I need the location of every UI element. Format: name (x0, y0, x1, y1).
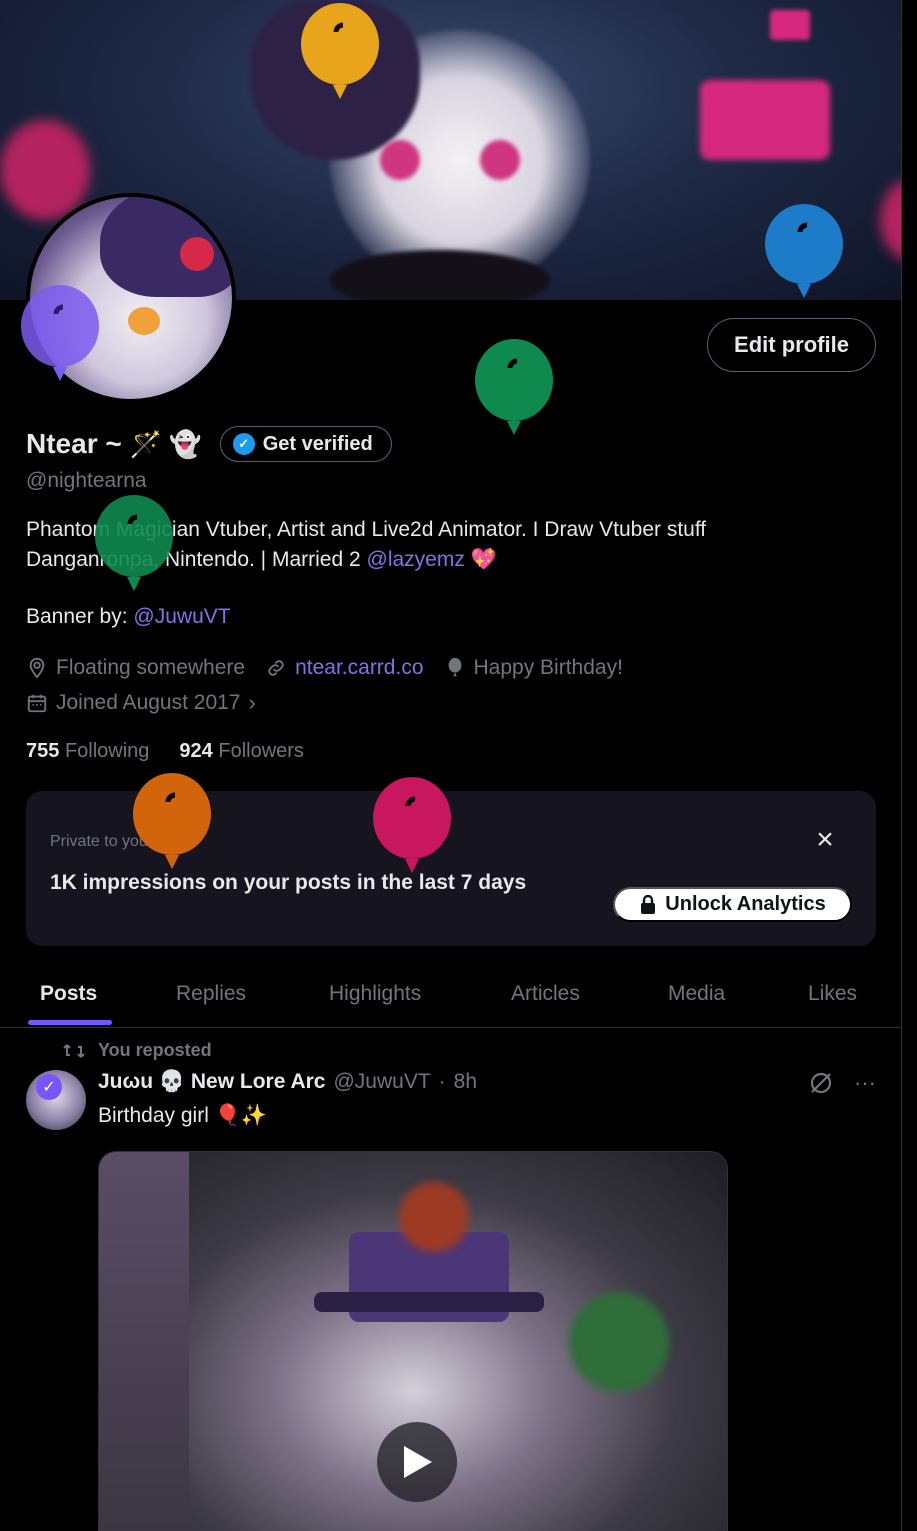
edit-profile-button[interactable]: Edit profile (707, 318, 876, 372)
joined-item[interactable]: Joined August 2017 › (26, 690, 256, 716)
profile-meta-row: Floating somewhere ntear.carrd.co Happy … (26, 656, 635, 680)
chevron-right-icon: › (248, 690, 256, 715)
location-text: Floating somewhere (56, 656, 246, 679)
calendar-icon (27, 694, 47, 713)
birthday-item: Happy Birthday! (444, 656, 623, 680)
heart-emoji: 💖 (470, 548, 497, 571)
following-link[interactable]: 755 Following (26, 740, 149, 763)
joined-row[interactable]: Joined August 2017 › (26, 690, 268, 716)
get-verified-label: Get verified (262, 432, 373, 455)
website-link[interactable]: ntear.carrd.co (295, 656, 423, 680)
profile-tabs: Posts Replies Highlights Articles Media … (0, 960, 901, 1028)
location-pin-icon (29, 657, 45, 679)
balloon-icon (21, 285, 99, 381)
joined-text: Joined August 2017 (56, 691, 241, 714)
mention-lazyemz[interactable]: @lazyemz (367, 548, 465, 571)
followers-count: 924 (179, 740, 213, 762)
profile-page: Edit profile Ntear ~ 🪄 👻 ✓ Get verified … (0, 0, 902, 1531)
post-video[interactable] (98, 1151, 728, 1531)
post-author-name[interactable]: Juωu 💀 New Lore Arc (98, 1070, 325, 1094)
repost-indicator: You reposted (62, 1040, 212, 1061)
post-time[interactable]: 8h (454, 1070, 477, 1094)
post-text: Birthday girl 🎈✨ (98, 1104, 268, 1127)
tab-articles[interactable]: Articles (511, 960, 580, 1028)
name-row: Ntear ~ 🪄 👻 ✓ Get verified (26, 426, 392, 462)
post-header: Juωu 💀 New Lore Arc @JuwuVT · 8h (98, 1070, 477, 1094)
balloon-icon (133, 773, 211, 869)
location-item: Floating somewhere (26, 656, 245, 680)
more-icon[interactable]: ··· (854, 1070, 876, 1096)
repost-icon (63, 1043, 85, 1058)
lock-icon (641, 894, 656, 914)
mention-juwuvt[interactable]: @JuwuVT (133, 605, 230, 628)
display-name: Ntear ~ (26, 428, 122, 459)
website-item[interactable]: ntear.carrd.co (265, 656, 424, 680)
following-count: 755 (26, 740, 60, 762)
verified-badge-icon: ✓ (232, 433, 255, 455)
balloon-icon (475, 339, 553, 435)
repost-label: You reposted (98, 1040, 212, 1060)
birthday-text: Happy Birthday! (473, 656, 623, 679)
tab-likes[interactable]: Likes (808, 960, 857, 1028)
grok-icon[interactable] (808, 1070, 834, 1096)
check-badge-icon: ✓ (36, 1074, 62, 1100)
banner-credit-label: Banner by: (26, 605, 134, 628)
followers-label: Followers (218, 740, 304, 762)
post-actions: ··· (808, 1070, 876, 1096)
follow-counts: 755 Following 924 Followers (26, 740, 304, 763)
unlock-analytics-button[interactable]: Unlock Analytics (613, 887, 852, 922)
balloon-icon (95, 495, 173, 591)
balloon-icon (301, 3, 379, 99)
tab-highlights[interactable]: Highlights (329, 960, 421, 1028)
balloon-icon (765, 204, 843, 298)
balloon-icon (448, 657, 461, 677)
play-icon[interactable] (377, 1422, 457, 1502)
tab-replies[interactable]: Replies (176, 960, 246, 1028)
post-author-handle[interactable]: @JuwuVT (333, 1070, 430, 1094)
impressions-text: 1K impressions on your posts in the last… (50, 871, 527, 894)
following-label: Following (64, 740, 150, 762)
bio-banner-credit: Banner by: @JuwuVT (26, 605, 231, 629)
name-emojis: 🪄 👻 (129, 428, 202, 459)
get-verified-button[interactable]: ✓ Get verified (219, 426, 392, 462)
profile-handle: @nightearna (26, 469, 147, 492)
post-separator: · (438, 1070, 446, 1093)
followers-link[interactable]: 924 Followers (179, 740, 304, 763)
active-tab-indicator (28, 1020, 112, 1025)
close-icon[interactable]: × (812, 825, 838, 855)
bio-line-2: Danganronpa, Nintendo. | Married 2 (26, 548, 367, 571)
tab-media[interactable]: Media (668, 960, 725, 1028)
link-icon (268, 660, 284, 676)
balloon-icon (373, 777, 451, 873)
tab-posts[interactable]: Posts (40, 960, 97, 1028)
unlock-analytics-label: Unlock Analytics (665, 893, 826, 915)
post-author-avatar[interactable]: ✓ (26, 1070, 86, 1130)
